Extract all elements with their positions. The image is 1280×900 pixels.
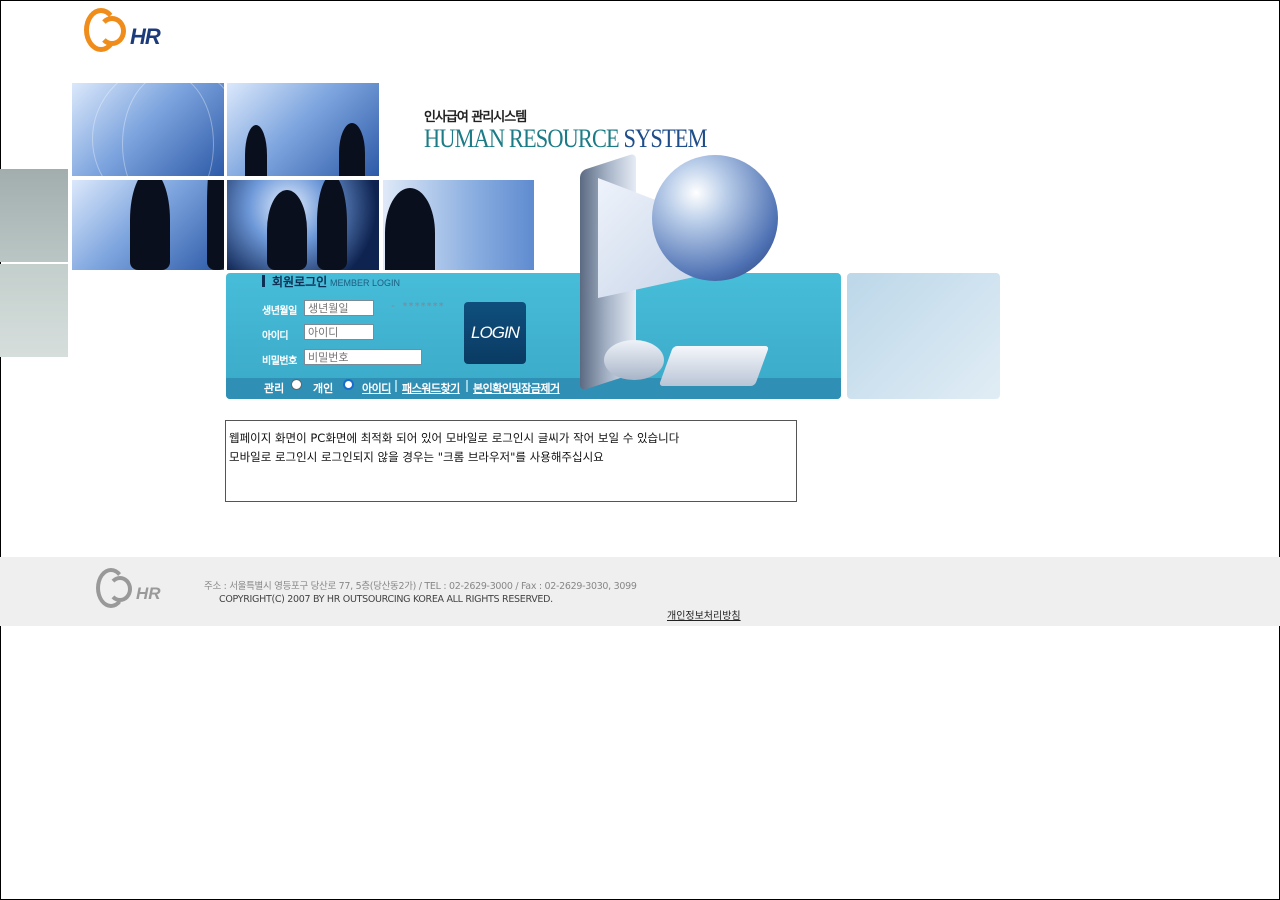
login-heading-en: MEMBER LOGIN	[330, 278, 401, 288]
logo-ring-inner	[98, 16, 126, 46]
id-label: 아이디	[262, 331, 289, 342]
radio-personal-label: 개인	[313, 382, 334, 395]
find-password-link[interactable]: 패스워드찾기	[402, 380, 460, 396]
photo-tile-meeting-top	[227, 83, 379, 176]
birth-label: 생년월일	[262, 306, 297, 317]
link-divider	[466, 380, 468, 392]
notice-box: 웹페이지 화면이 PC화면에 최적화 되어 있어 모바일로 로그인시 글씨가 작…	[225, 420, 797, 502]
footer-logo: HR	[96, 566, 166, 612]
notice-line-2: 모바일로 로그인시 로그인되지 않을 경우는 "크롬 브라우저"를 사용해주십시…	[229, 450, 604, 464]
keyboard-graphic	[658, 346, 770, 386]
title-english-system: SYSTEM	[623, 124, 708, 153]
birth-mask: - *******	[390, 301, 445, 312]
photo-tile-meeting-center	[227, 180, 379, 270]
password-label: 비밀번호	[262, 356, 297, 367]
login-button[interactable]: LOGIN	[464, 302, 526, 364]
radio-admin[interactable]	[291, 379, 302, 390]
title-english-main: HUMAN RESOURCE	[424, 124, 620, 153]
password-input[interactable]	[304, 349, 422, 365]
login-heading: 회원로그인	[272, 275, 328, 289]
logo-text: HR	[130, 24, 161, 49]
title-english: HUMAN RESOURCE SYSTEM	[424, 124, 707, 154]
decorative-panel-right	[847, 273, 1000, 399]
radio-admin-label: 관리	[264, 382, 285, 395]
footer-logo-ring-inner	[108, 576, 132, 602]
side-block-top	[0, 169, 68, 262]
link-divider	[395, 380, 397, 392]
footer-copyright: COPYRIGHT(C) 2007 BY HR OUTSOURCING KORE…	[219, 594, 553, 605]
unlock-account-link[interactable]: 본인확인및잠금제거	[473, 380, 560, 396]
find-id-link[interactable]: 아이디	[362, 380, 391, 396]
monitor-base-graphic	[604, 340, 664, 380]
title-korean: 인사급여 관리시스템	[424, 110, 527, 125]
footer	[0, 557, 1280, 626]
globe-graphic	[652, 155, 778, 281]
side-block-bottom	[0, 264, 68, 357]
privacy-policy-link[interactable]: 개인정보처리방침	[667, 607, 741, 622]
radio-personal[interactable]	[343, 379, 354, 390]
footer-logo-text: HR	[136, 584, 161, 603]
id-input[interactable]	[304, 324, 374, 340]
footer-address: 주소 : 서울특별시 영등포구 당산로 77, 5층(당산동2가) / TEL …	[204, 581, 637, 592]
photo-tile-meeting-left	[72, 180, 224, 270]
company-logo: HR	[84, 6, 164, 58]
notice-line-1: 웹페이지 화면이 PC화면에 최적화 되어 있어 모바일로 로그인시 글씨가 작…	[229, 431, 680, 445]
photo-tile-meeting-right	[383, 180, 534, 270]
login-heading-bar	[262, 275, 265, 287]
birth-input[interactable]	[304, 300, 374, 316]
photo-tile-globe	[72, 83, 224, 176]
